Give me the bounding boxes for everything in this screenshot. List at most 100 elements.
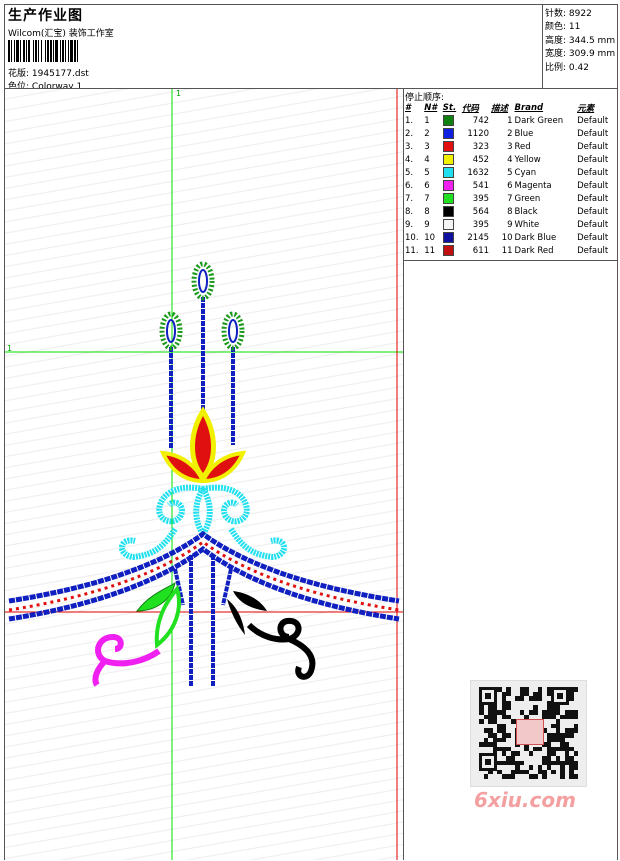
table-row: 2. 2 1120 2 Blue Default: [404, 127, 617, 140]
color-swatch-cell: [442, 166, 461, 179]
table-divider: [404, 260, 617, 261]
table-row: 11. 11 611 11 Dark Red Default: [404, 244, 617, 257]
color-swatch-cell: [442, 231, 461, 244]
color-swatch: [442, 180, 454, 191]
thread-brand: Default: [577, 115, 609, 126]
color-code: 4: [507, 154, 513, 165]
color-description: Dark Red: [514, 245, 554, 256]
row-number: 3.: [405, 141, 414, 152]
stat-scale: 比例: 0.42: [545, 63, 589, 73]
leaf-right: [227, 591, 267, 635]
color-swatch: [442, 219, 454, 230]
color-table: # N# St. 代码 描述 Brand 元素 1. 1 742 1 Dark Green Defau…: [404, 101, 617, 257]
column-header: N#: [424, 102, 438, 113]
stitch-count: 395: [472, 193, 490, 204]
color-swatch-cell: [442, 114, 461, 127]
thread-brand: Default: [577, 180, 609, 191]
color-swatch-cell: [442, 192, 461, 205]
table-row: 3. 3 323 3 Red Default: [404, 140, 617, 153]
table-row: 1. 1 742 1 Dark Green Default: [404, 114, 617, 127]
page-title: 生产作业图: [8, 8, 83, 24]
row-number: 2.: [405, 128, 414, 139]
color-swatch: [442, 167, 454, 178]
needle-number: 6: [424, 180, 430, 191]
color-description: Green: [514, 193, 541, 204]
table-row: 4. 4 452 4 Yellow Default: [404, 153, 617, 166]
color-code: 10: [501, 232, 513, 243]
row-number: 11.: [405, 245, 419, 256]
row-number: 5.: [405, 167, 414, 178]
column-header: 代码: [461, 103, 479, 114]
color-description: Yellow: [514, 154, 541, 165]
magenta-swirl: [92, 633, 161, 687]
studio-name: Wilcom(汇宝) 装饰工作室: [8, 29, 114, 39]
color-table-header: # N# St. 代码 描述 Brand 元素: [404, 101, 617, 114]
color-code: 3: [507, 141, 513, 152]
stat-colors: 颜色: 11: [545, 22, 581, 32]
color-description: Dark Green: [514, 115, 564, 126]
stitch-count: 564: [472, 206, 490, 217]
thread-brand: Default: [577, 232, 609, 243]
black-swirl: [246, 617, 316, 680]
stitch-count: 742: [472, 115, 490, 126]
thread-brand: Default: [577, 219, 609, 230]
design-file-row: 花版: 1945177.dst: [8, 66, 89, 79]
row-number: 7.: [405, 193, 414, 204]
color-swatch: [442, 115, 454, 126]
column-header: 元素: [577, 103, 595, 114]
color-code: 6: [507, 180, 513, 191]
design-label: 花版:: [8, 69, 30, 79]
color-description: Blue: [514, 128, 534, 139]
stitch-count: 395: [472, 219, 490, 230]
color-description: Black: [514, 206, 538, 217]
color-swatch-cell: [442, 127, 461, 140]
row-number: 4.: [405, 154, 414, 165]
color-swatch-cell: [442, 153, 461, 166]
stats-panel: 针数: 8922 颜色: 11 高度: 344.5 mm 宽度: 309.9 m…: [542, 5, 618, 88]
design-value: 1945177.dst: [31, 69, 89, 79]
table-row: 5. 5 1632 5 Cyan Default: [404, 166, 617, 179]
leaf-left: [135, 581, 181, 649]
color-description: Red: [514, 141, 531, 152]
color-swatch: [442, 232, 454, 243]
color-code: 11: [501, 245, 513, 256]
stitch-count: 611: [472, 245, 490, 256]
needle-number: 1: [424, 115, 430, 126]
barcode: [8, 40, 144, 62]
color-swatch: [442, 245, 454, 256]
thread-brand: Default: [577, 167, 609, 178]
column-header: 描述: [491, 103, 509, 114]
row-number: 1.: [405, 115, 414, 126]
color-description: Cyan: [514, 167, 537, 178]
thread-brand: Default: [577, 128, 609, 139]
color-code: 2: [507, 128, 513, 139]
needle-number: 5: [424, 167, 430, 178]
color-swatch: [442, 193, 454, 204]
color-code: 9: [507, 219, 513, 230]
stitch-count: 1120: [467, 128, 490, 139]
color-swatch-cell: [442, 140, 461, 153]
color-swatch: [442, 154, 454, 165]
color-swatch-cell: [442, 218, 461, 231]
thread-brand: Default: [577, 245, 609, 256]
needle-number: 4: [424, 154, 430, 165]
lower-stems: [173, 555, 233, 687]
thread-brand: Default: [577, 141, 609, 152]
needle-number: 10: [424, 232, 436, 243]
row-number: 9.: [405, 219, 414, 230]
table-row: 8. 8 564 8 Black Default: [404, 205, 617, 218]
stat-stitches: 针数: 8922: [545, 9, 592, 19]
thread-brand: Default: [577, 154, 609, 165]
color-description: White: [514, 219, 540, 230]
row-number: 10.: [405, 232, 419, 243]
header-info: 生产作业图 Wilcom(汇宝) 装饰工作室 花版: 1945177.dst 色…: [5, 5, 542, 92]
thread-brand: Default: [577, 193, 609, 204]
color-swatch-cell: [442, 244, 461, 257]
column-header: Brand: [514, 102, 544, 113]
stat-height: 高度: 344.5 mm: [545, 36, 616, 46]
needle-number: 11: [424, 245, 436, 256]
color-swatch: [442, 141, 454, 152]
stitch-count: 1632: [467, 167, 490, 178]
stitch-count: 541: [472, 180, 490, 191]
table-row: 10. 10 2145 10 Dark Blue Default: [404, 231, 617, 244]
